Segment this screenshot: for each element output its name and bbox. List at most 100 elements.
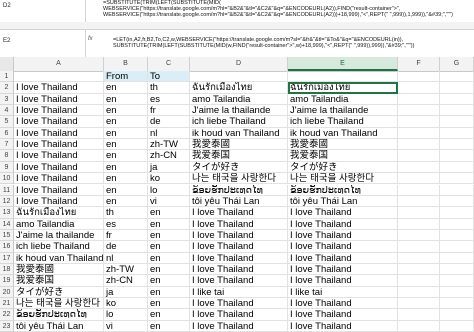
cell-e2[interactable]: ฉันรักเมืองไทย — [288, 82, 398, 94]
column-header-f[interactable]: F — [398, 57, 440, 71]
cell-f1[interactable] — [398, 71, 440, 83]
cell-a1[interactable] — [14, 71, 104, 83]
cell-c22[interactable]: en — [148, 309, 190, 321]
cell-f6[interactable] — [398, 127, 440, 140]
cell-c8[interactable]: zh-CN — [148, 150, 190, 162]
cell-g10[interactable] — [440, 173, 474, 185]
cell-d14[interactable]: I love Thailand — [190, 218, 288, 230]
cell-c3[interactable]: es — [148, 93, 190, 106]
cell-d5[interactable]: ich liebe Thailand — [190, 116, 288, 128]
row-header[interactable]: 9 — [0, 161, 14, 174]
cell-g9[interactable] — [440, 161, 474, 174]
cell-e10[interactable]: 나는 태국을 사랑한다 — [288, 173, 398, 185]
cell-e1[interactable] — [288, 71, 398, 83]
cell-d7[interactable]: 我愛泰國 — [190, 139, 288, 151]
row-header[interactable]: 8 — [0, 150, 14, 162]
cell-c23[interactable]: en — [148, 320, 190, 332]
row-header[interactable]: 1 — [0, 71, 14, 83]
cell-a4[interactable]: I love Thailand — [14, 105, 104, 117]
cell-b8[interactable]: en — [104, 150, 148, 162]
cell-c21[interactable]: en — [148, 298, 190, 310]
cell-f23[interactable] — [398, 320, 440, 332]
cell-a14[interactable]: amo Tailandia — [14, 218, 104, 230]
cell-c19[interactable]: en — [148, 275, 190, 287]
cell-c20[interactable]: en — [148, 286, 190, 298]
cell-g19[interactable] — [440, 275, 474, 287]
cell-g21[interactable] — [440, 298, 474, 310]
cell-e5[interactable]: ich liebe Thailand — [288, 116, 398, 128]
row-header[interactable]: 19 — [0, 275, 14, 287]
cell-d12[interactable]: tôi yêu Thái Lan — [190, 195, 288, 208]
cell-d18[interactable]: I love Thailand — [190, 263, 288, 276]
cell-a8[interactable]: I love Thailand — [14, 150, 104, 162]
cell-a18[interactable]: 我愛泰國 — [14, 263, 104, 276]
row-header[interactable]: 4 — [0, 105, 14, 117]
cell-f12[interactable] — [398, 195, 440, 208]
cell-b16[interactable]: de — [104, 241, 148, 253]
cell-b20[interactable]: ja — [104, 286, 148, 298]
row-header[interactable]: 21 — [0, 298, 14, 310]
name-box[interactable]: E2 — [0, 30, 86, 58]
row-header[interactable]: 20 — [0, 286, 14, 298]
cell-c13[interactable]: en — [148, 207, 190, 219]
cell-f4[interactable] — [398, 105, 440, 117]
cell-d21[interactable]: I love Thailand — [190, 298, 288, 310]
cell-g4[interactable] — [440, 105, 474, 117]
cell-e21[interactable]: I love Thailand — [288, 298, 398, 310]
row-header[interactable]: 12 — [0, 195, 14, 208]
cell-d19[interactable]: I love Thailand — [190, 275, 288, 287]
cell-d13[interactable]: I love Thailand — [190, 207, 288, 219]
cell-c9[interactable]: ja — [148, 161, 190, 174]
cell-d22[interactable]: I love Thailand — [190, 309, 288, 321]
cell-b13[interactable]: th — [104, 207, 148, 219]
cell-d10[interactable]: 나는 태국을 사랑한다 — [190, 173, 288, 185]
cell-f2[interactable] — [398, 82, 440, 94]
row-header[interactable]: 17 — [0, 252, 14, 264]
cell-f22[interactable] — [398, 309, 440, 321]
cell-d1[interactable] — [190, 71, 288, 83]
cell-g3[interactable] — [440, 93, 474, 106]
cell-b6[interactable]: en — [104, 127, 148, 140]
cell-a22[interactable]: ຂ້ອຍຮັກປະເທດໄທ — [14, 309, 104, 321]
cell-a7[interactable]: I love Thailand — [14, 139, 104, 151]
cell-g7[interactable] — [440, 139, 474, 151]
cell-f11[interactable] — [398, 184, 440, 196]
cell-g22[interactable] — [440, 309, 474, 321]
row-header[interactable]: 10 — [0, 173, 14, 185]
cell-d17[interactable]: I love Thailand — [190, 252, 288, 264]
cell-b5[interactable]: en — [104, 116, 148, 128]
cell-c10[interactable]: ko — [148, 173, 190, 185]
cell-a23[interactable]: tôi yêu Thái Lan — [14, 320, 104, 332]
cell-b22[interactable]: lo — [104, 309, 148, 321]
cell-e4[interactable]: J'aime la thailande — [288, 105, 398, 117]
cell-d8[interactable]: 我爱泰国 — [190, 150, 288, 162]
cell-c12[interactable]: vi — [148, 195, 190, 208]
cell-g8[interactable] — [440, 150, 474, 162]
cell-e15[interactable]: I love Thailand — [288, 229, 398, 242]
cell-c2[interactable]: th — [148, 82, 190, 94]
cell-b17[interactable]: nl — [104, 252, 148, 264]
cell-a2[interactable]: I love Thailand — [14, 82, 104, 94]
cell-b11[interactable]: en — [104, 184, 148, 196]
cell-d16[interactable]: I love Thailand — [190, 241, 288, 253]
cell-a15[interactable]: J'aime la thailande — [14, 229, 104, 242]
cell-f16[interactable] — [398, 241, 440, 253]
cell-e11[interactable]: ຂ້ອຍຮັກປະເທດໄທ — [288, 184, 398, 196]
cell-b21[interactable]: ko — [104, 298, 148, 310]
cell-f10[interactable] — [398, 173, 440, 185]
column-header-g[interactable]: G — [440, 57, 474, 71]
cell-e22[interactable]: I love Thailand — [288, 309, 398, 321]
row-header[interactable]: 16 — [0, 241, 14, 253]
cell-d3[interactable]: amo Tailandia — [190, 93, 288, 106]
row-header[interactable]: 2 — [0, 82, 14, 94]
cell-b4[interactable]: en — [104, 105, 148, 117]
cell-d4[interactable]: J'aime la thailande — [190, 105, 288, 117]
cell-f5[interactable] — [398, 116, 440, 128]
cell-e6[interactable]: ik houd van Thailand — [288, 127, 398, 140]
cell-b19[interactable]: zh-CN — [104, 275, 148, 287]
row-header[interactable]: 22 — [0, 309, 14, 321]
row-header[interactable]: 7 — [0, 139, 14, 151]
cell-c7[interactable]: zh-TW — [148, 139, 190, 151]
cell-c15[interactable]: en — [148, 229, 190, 242]
column-header-e[interactable]: E — [288, 57, 398, 71]
